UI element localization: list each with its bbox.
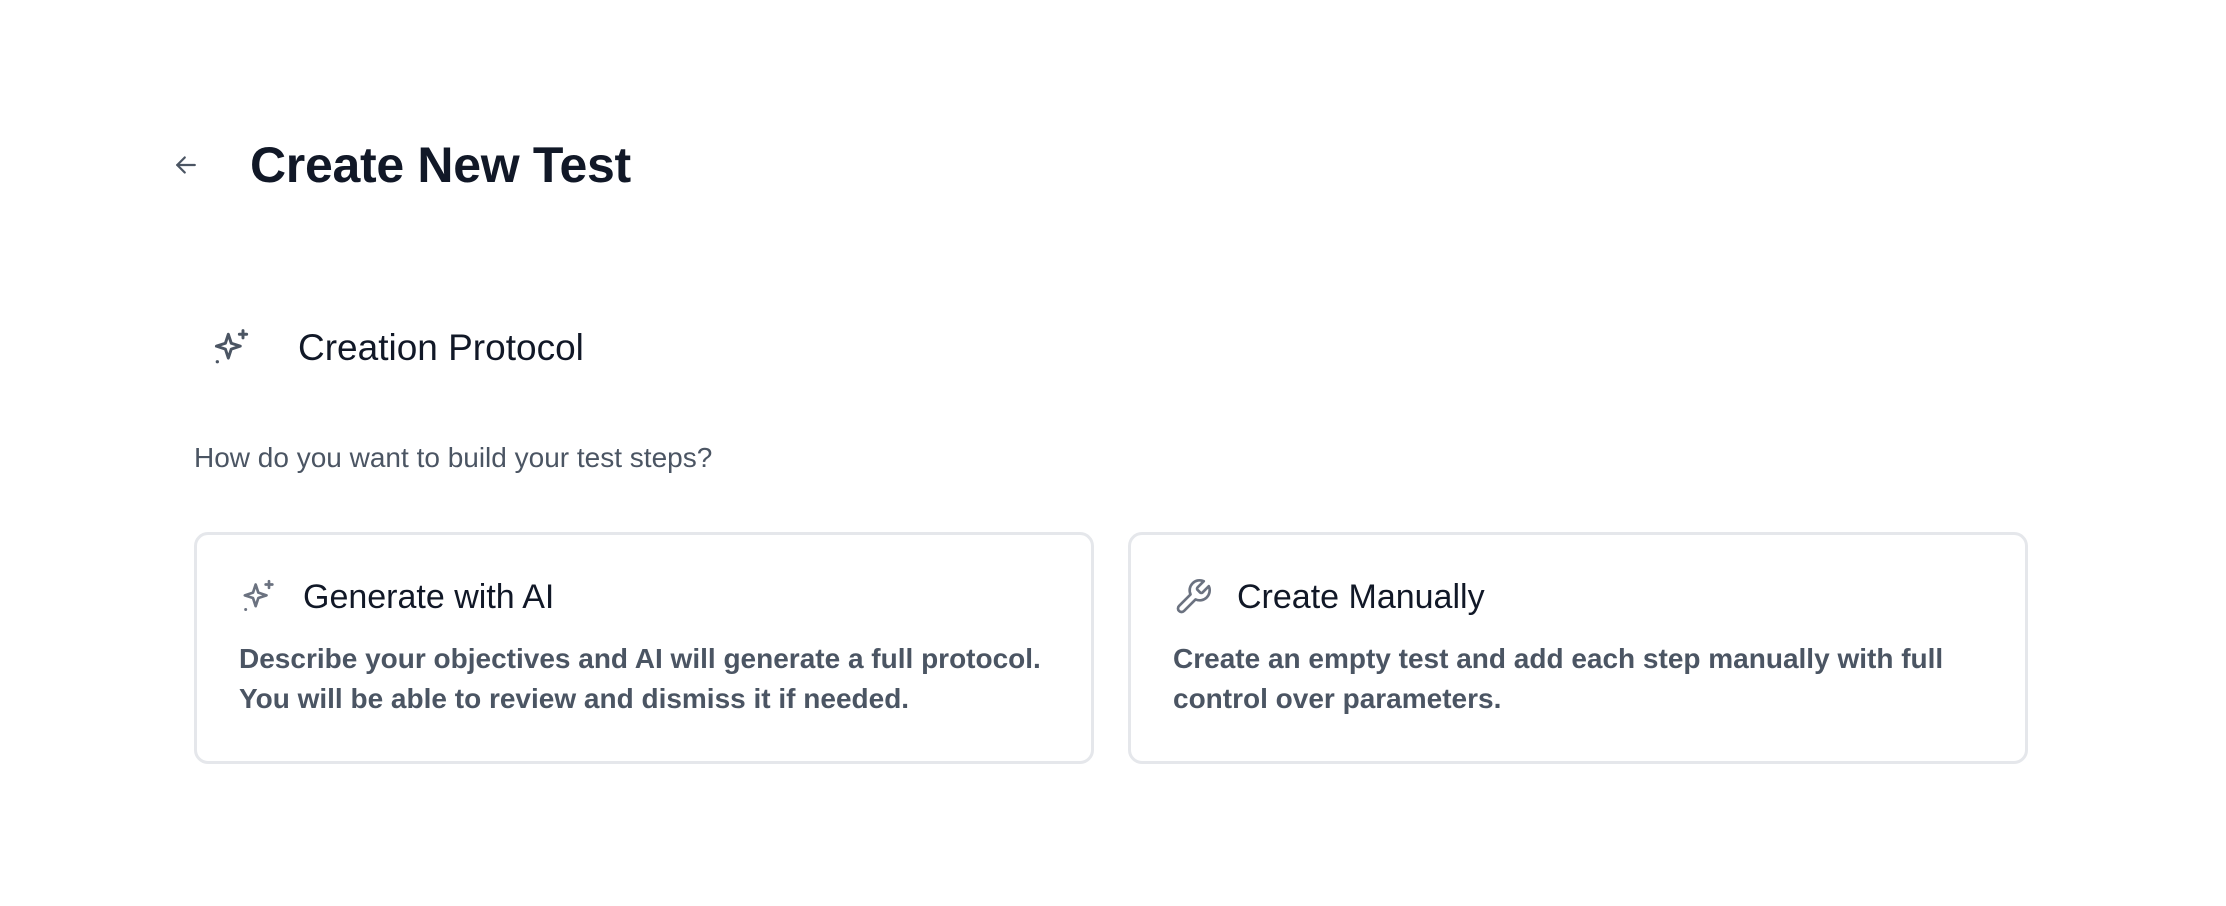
card-description: Describe your objectives and AI will gen…: [239, 643, 1041, 714]
generate-with-ai-card[interactable]: Generate with AI Describe your objective…: [194, 532, 1094, 764]
section-title: Creation Protocol: [298, 327, 584, 368]
card-title: Create Manually: [1237, 577, 1485, 616]
section-subtitle: How do you want to build your test steps…: [194, 442, 713, 473]
sparkles-icon: [239, 577, 279, 617]
section-header: Creation Protocol: [210, 326, 584, 370]
card-description: Create an empty test and add each step m…: [1173, 643, 1944, 714]
arrow-left-icon: [176, 156, 196, 174]
card-header: Create Manually: [1173, 577, 1983, 617]
card-header: Generate with AI: [239, 577, 1049, 617]
back-button[interactable]: [160, 139, 212, 191]
card-title: Generate with AI: [303, 577, 555, 616]
sparkles-icon: [210, 326, 254, 370]
create-manually-card[interactable]: Create Manually Create an empty test and…: [1128, 532, 2028, 764]
page-header: Create New Test: [160, 136, 631, 194]
wrench-icon: [1173, 577, 1213, 617]
page-title: Create New Test: [250, 137, 631, 193]
option-cards: Generate with AI Describe your objective…: [194, 532, 2028, 764]
create-test-page: Create New Test Creation Protocol How do…: [0, 0, 2226, 906]
